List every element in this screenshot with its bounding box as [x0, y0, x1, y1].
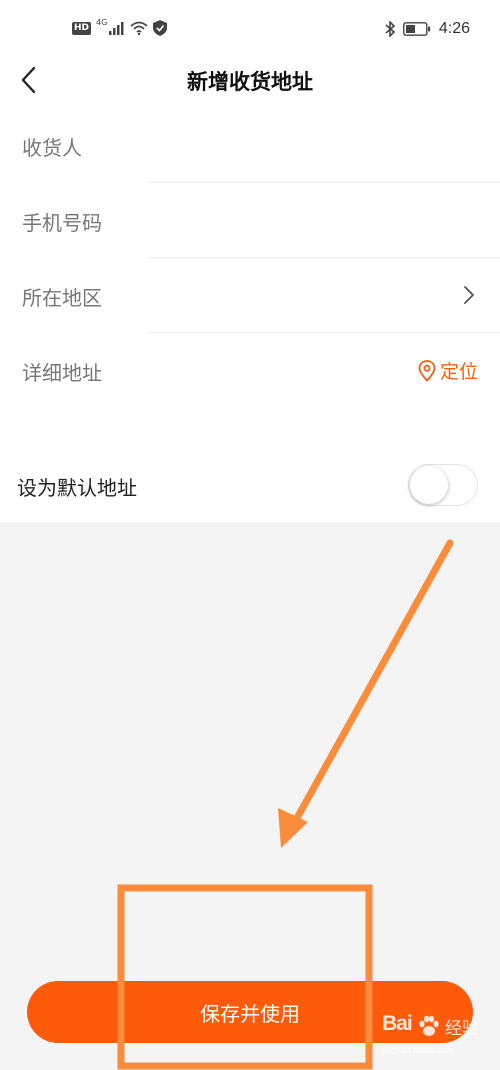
address-form: 收货人 手机号码 所在地区 详细地址 定位: [0, 108, 500, 446]
clock-time: 4:26: [438, 20, 470, 37]
watermark: Bai 经验 jingyan.baidu.com: [380, 1012, 495, 1062]
locate-label: 定位: [439, 361, 478, 383]
status-right-group: 4:26: [385, 20, 470, 38]
battery-icon: [402, 22, 431, 36]
recipient-label: 收货人: [22, 136, 82, 160]
phone-label: 手机号码: [22, 211, 102, 235]
watermark-suffix: 经验: [445, 1019, 479, 1038]
default-address-toggle[interactable]: [408, 464, 478, 506]
phone-row[interactable]: 手机号码: [0, 183, 500, 258]
chevron-right-icon: [464, 286, 474, 304]
save-button-label: 保存并使用: [200, 1001, 300, 1026]
wifi-icon: [130, 21, 148, 35]
network-type: 4G: [96, 18, 108, 27]
signal-icon: [109, 21, 124, 35]
address-row[interactable]: 详细地址 定位: [0, 333, 500, 408]
status-left-group: HD 4G: [72, 18, 168, 36]
watermark-url: jingyan.baidu.com: [382, 1045, 455, 1055]
hd-icon: HD: [72, 21, 92, 35]
watermark-brand: Bai: [382, 1012, 413, 1035]
bluetooth-icon: [385, 21, 395, 37]
nav-bar: 新增收货地址: [0, 58, 500, 108]
status-bar: HD 4G 4:26: [0, 0, 500, 58]
shield-icon: [153, 20, 168, 36]
default-address-label: 设为默认地址: [17, 476, 137, 500]
toggle-knob: [410, 466, 448, 504]
address-label: 详细地址: [22, 361, 102, 385]
location-pin-icon: [418, 359, 436, 382]
paw-icon: [419, 1015, 439, 1036]
annotation-arrow-shaft: [288, 539, 454, 831]
locate-button[interactable]: 定位: [418, 357, 478, 384]
default-address-row: 设为默认地址: [0, 446, 500, 522]
region-label: 所在地区: [22, 286, 102, 310]
recipient-row[interactable]: 收货人: [0, 108, 500, 183]
annotation-arrow-head: [278, 808, 308, 848]
region-row[interactable]: 所在地区: [0, 258, 500, 333]
page-title: 新增收货地址: [187, 70, 313, 94]
